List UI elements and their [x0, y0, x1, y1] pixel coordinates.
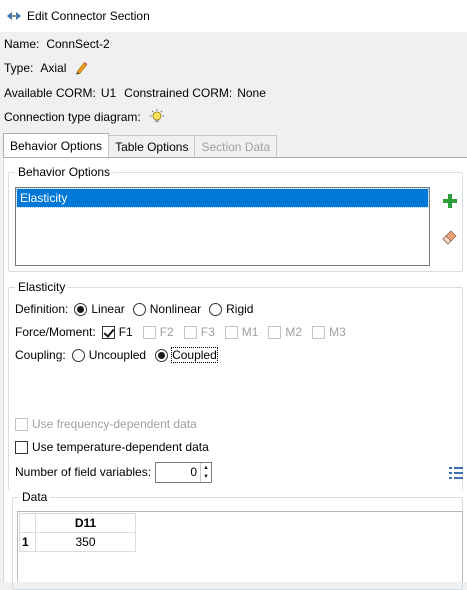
- coupling-label: Coupling:: [15, 348, 66, 362]
- checkbox-indicator: [224, 325, 238, 339]
- checkbox-indicator: [142, 325, 156, 339]
- corm-row: Available CORM: U1 Constrained CORM: Non…: [4, 86, 266, 100]
- component-m1-checkbox: M1: [224, 325, 259, 339]
- constrained-corm-value: None: [237, 86, 266, 100]
- radio-label: Uncoupled: [88, 348, 147, 362]
- freq-dependent-row: Use frequency-dependent data: [15, 417, 197, 431]
- force-moment-row: Force/Moment: F1 F2 F3 M1 M2 M3: [15, 325, 346, 339]
- coupling-uncoupled-radio[interactable]: Uncoupled: [71, 348, 147, 362]
- definition-nonlinear-radio[interactable]: Nonlinear: [132, 302, 202, 316]
- type-row: Type: Axial: [4, 61, 88, 75]
- row-header[interactable]: 1: [19, 532, 36, 552]
- table-options-icon: [449, 467, 463, 479]
- checkbox-indicator: [15, 417, 28, 431]
- force-moment-label: Force/Moment:: [15, 325, 96, 339]
- checkbox-label: F2: [159, 325, 174, 339]
- radio-label: Rigid: [226, 302, 254, 316]
- diagram-row: Connection type diagram:: [4, 109, 165, 125]
- radio-indicator: [71, 348, 85, 362]
- table-row: 1 350: [19, 532, 136, 552]
- radio-label: Nonlinear: [149, 302, 202, 316]
- title-bar: Edit Connector Section: [0, 0, 467, 32]
- coupling-coupled-radio[interactable]: Coupled: [155, 347, 218, 363]
- checkbox-indicator: [268, 325, 282, 339]
- constrained-corm-label: Constrained CORM:: [124, 86, 233, 100]
- window-title: Edit Connector Section: [27, 9, 150, 23]
- definition-linear-radio[interactable]: Linear: [74, 302, 125, 316]
- name-label: Name:: [4, 37, 40, 51]
- available-corm-label: Available CORM:: [4, 86, 96, 100]
- radio-label: Coupled: [171, 347, 218, 363]
- plus-icon: [443, 194, 457, 208]
- component-f2-checkbox: F2: [142, 325, 174, 339]
- lightbulb-icon[interactable]: [149, 109, 165, 125]
- component-f1-checkbox[interactable]: F1: [101, 325, 133, 339]
- tab-section-data: Section Data: [194, 135, 278, 157]
- add-behavior-button[interactable]: [440, 191, 460, 211]
- definition-label: Definition:: [15, 302, 69, 316]
- table-header-row: D11: [19, 513, 136, 533]
- list-item[interactable]: Elasticity: [16, 188, 429, 208]
- name-row: Name: ConnSect-2: [4, 37, 110, 51]
- name-value: ConnSect-2: [46, 37, 110, 51]
- spinner-arrows: ▲ ▼: [200, 463, 211, 482]
- radio-indicator: [132, 302, 146, 316]
- checkbox-label: F1: [118, 325, 133, 339]
- table-cell[interactable]: 350: [35, 532, 136, 552]
- column-header[interactable]: D11: [35, 513, 136, 533]
- checkbox-indicator: [183, 325, 197, 339]
- available-corm-value: U1: [100, 86, 117, 100]
- type-label: Type:: [4, 61, 34, 75]
- data-title: Data: [22, 490, 48, 504]
- checkbox-label: M2: [285, 325, 303, 339]
- checkbox-label: Use frequency-dependent data: [32, 417, 197, 431]
- radio-indicator: [155, 348, 169, 362]
- eraser-icon: [442, 230, 457, 245]
- delete-behavior-button[interactable]: [440, 226, 460, 246]
- field-vars-label: Number of field variables:: [15, 465, 152, 479]
- behavior-options-title: Behavior Options: [18, 165, 111, 179]
- corner-cell: [19, 513, 36, 533]
- tab-behavior-options[interactable]: Behavior Options: [3, 133, 110, 157]
- spin-up-button[interactable]: ▲: [201, 463, 211, 473]
- behavior-options-list[interactable]: Elasticity: [15, 187, 430, 266]
- field-vars-value[interactable]: 0: [156, 463, 200, 482]
- checkbox-label: M1: [241, 325, 259, 339]
- table-options-button[interactable]: [446, 463, 466, 483]
- component-m2-checkbox: M2: [268, 325, 302, 339]
- tab-bar: Behavior Options Table Options Section D…: [3, 133, 278, 157]
- coupling-row: Coupling: Uncoupled Coupled: [15, 347, 218, 363]
- pencil-icon[interactable]: [74, 61, 88, 75]
- checkbox-indicator: [15, 440, 28, 454]
- checkbox-label: M3: [329, 325, 346, 339]
- checkbox-label: Use temperature-dependent data: [32, 440, 209, 454]
- checkbox-indicator: [101, 325, 115, 339]
- field-vars-row: Number of field variables:: [15, 465, 151, 479]
- field-vars-spinner[interactable]: 0 ▲ ▼: [155, 462, 212, 483]
- connector-arrows-icon: [7, 12, 21, 20]
- radio-indicator: [74, 302, 88, 316]
- tab-table-options[interactable]: Table Options: [108, 135, 196, 157]
- checkbox-label: F3: [200, 325, 215, 339]
- definition-row: Definition: Linear Nonlinear Rigid: [15, 302, 253, 316]
- definition-rigid-radio[interactable]: Rigid: [209, 302, 253, 316]
- radio-indicator: [209, 302, 223, 316]
- elasticity-title: Elasticity: [18, 280, 66, 294]
- type-value: Axial: [40, 61, 67, 75]
- radio-label: Linear: [91, 302, 125, 316]
- temp-dependent-row: Use temperature-dependent data: [15, 440, 209, 454]
- component-m3-checkbox: M3: [312, 325, 346, 339]
- spin-down-button[interactable]: ▼: [201, 473, 211, 483]
- checkbox-indicator: [312, 325, 326, 339]
- component-f3-checkbox: F3: [183, 325, 215, 339]
- data-table: D11 1 350: [19, 513, 136, 552]
- temp-dependent-checkbox[interactable]: Use temperature-dependent data: [15, 440, 209, 454]
- diagram-label: Connection type diagram:: [4, 110, 141, 124]
- freq-dependent-checkbox: Use frequency-dependent data: [15, 417, 197, 431]
